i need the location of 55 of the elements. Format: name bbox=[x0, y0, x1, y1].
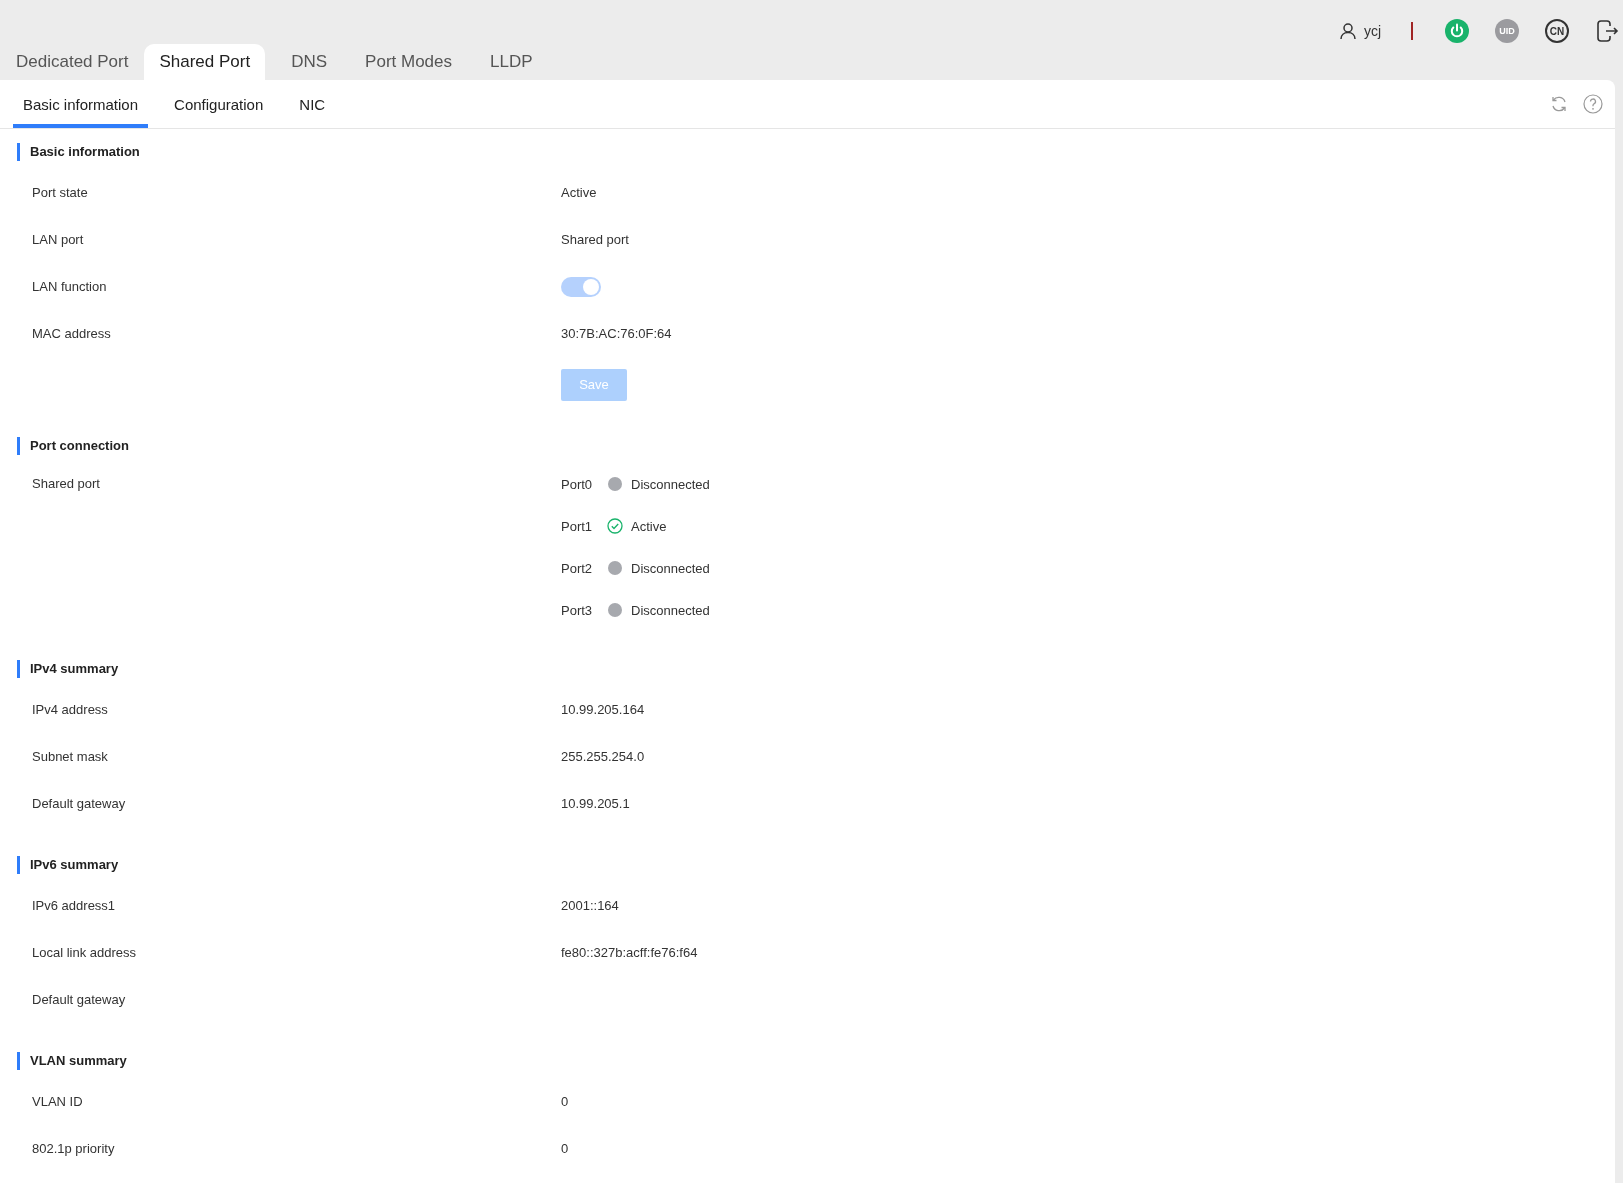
field-label: Port state bbox=[31, 185, 89, 200]
port-name: Port3 bbox=[561, 602, 593, 618]
port-name: Port1 bbox=[561, 518, 593, 534]
subtab[interactable]: Configuration bbox=[164, 80, 274, 128]
power-icon[interactable] bbox=[1445, 19, 1469, 43]
field-label: Default gateway bbox=[31, 796, 127, 811]
field-value: Shared port bbox=[561, 232, 629, 247]
check-circle-icon bbox=[607, 518, 623, 534]
status-dot bbox=[607, 602, 623, 618]
field-value: 10.99.205.1 bbox=[561, 796, 630, 811]
field-label: IPv6 address1 bbox=[31, 898, 117, 913]
field-label: 802.1p priority bbox=[31, 1141, 116, 1156]
section-heading: IPv4 summary bbox=[17, 660, 1615, 678]
refresh-icon[interactable] bbox=[1549, 94, 1569, 114]
field-label: VLAN ID bbox=[31, 1094, 84, 1109]
tab[interactable]: Dedicated Port bbox=[4, 44, 141, 80]
field-label: LAN port bbox=[31, 232, 85, 247]
field-label: MAC address bbox=[31, 326, 112, 341]
field-value: fe80::327b:acff:fe76:f64 bbox=[561, 945, 698, 960]
field-value: 2001::164 bbox=[561, 898, 619, 913]
field-value: Active bbox=[561, 185, 597, 200]
field-value: 30:7B:AC:76:0F:64 bbox=[561, 326, 672, 341]
field-label: Local link address bbox=[31, 945, 138, 960]
status-dot bbox=[607, 476, 623, 492]
field-label: LAN function bbox=[31, 279, 108, 294]
tab[interactable]: Port Modes bbox=[353, 44, 465, 80]
field-value: 10.99.205.164 bbox=[561, 702, 645, 717]
tab[interactable]: LLDP bbox=[478, 44, 545, 80]
port-status: Disconnected bbox=[631, 602, 710, 618]
port-name: Port0 bbox=[561, 476, 593, 492]
logout-icon[interactable] bbox=[1595, 19, 1619, 43]
tab[interactable]: Shared Port bbox=[144, 44, 266, 80]
field-label: Subnet mask bbox=[31, 749, 109, 764]
section-heading: VLAN summary bbox=[17, 1052, 1615, 1070]
section-heading: Port connection bbox=[17, 437, 1615, 455]
user-icon bbox=[1338, 22, 1357, 40]
port-status: Disconnected bbox=[631, 476, 710, 492]
subtab[interactable]: Basic information bbox=[13, 80, 149, 128]
subtab[interactable]: NIC bbox=[289, 80, 336, 128]
help-icon[interactable] bbox=[1583, 94, 1603, 114]
status-dot bbox=[607, 560, 623, 576]
field-value: 0 bbox=[561, 1094, 569, 1109]
port-name: Port2 bbox=[561, 560, 593, 576]
port-status: Disconnected bbox=[631, 560, 710, 576]
field-label: Shared port bbox=[31, 475, 101, 493]
field-label: Default gateway bbox=[31, 992, 127, 1007]
user-name: ycj bbox=[1363, 23, 1381, 39]
section-heading: IPv6 summary bbox=[17, 856, 1615, 874]
field-value: 255.255.254.0 bbox=[561, 749, 645, 764]
language-button[interactable]: CN bbox=[1545, 19, 1569, 43]
port-status: Active bbox=[631, 518, 667, 534]
section-heading: Basic information bbox=[17, 143, 1615, 161]
field-label: IPv4 address bbox=[31, 702, 109, 717]
tab[interactable]: DNS bbox=[279, 44, 340, 80]
field-value: 0 bbox=[561, 1141, 569, 1156]
